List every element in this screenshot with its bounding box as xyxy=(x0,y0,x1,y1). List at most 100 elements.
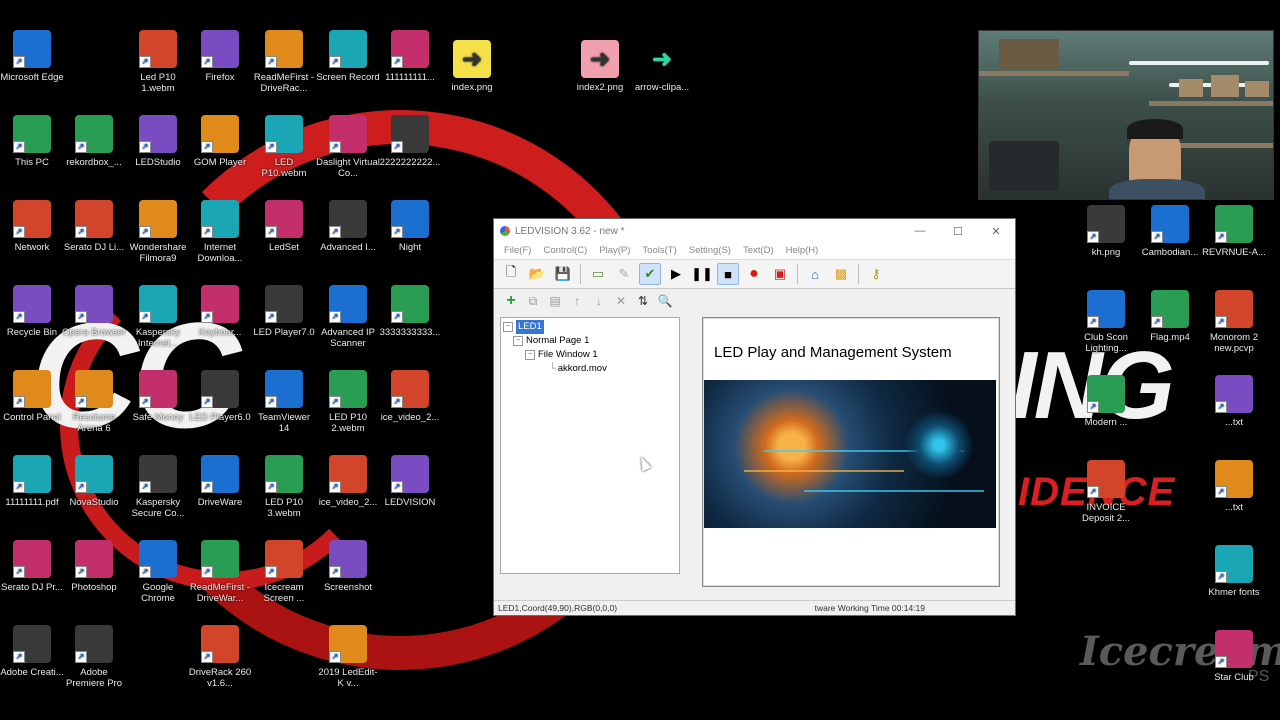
desktop-icon[interactable]: ↗ Cambodian... xyxy=(1138,205,1202,258)
desktop-icon[interactable]: ↗ NovaStudio xyxy=(62,455,126,508)
desktop-icon[interactable]: ↗ LED Player7.0 xyxy=(252,285,316,338)
desktop-icon[interactable]: ↗ Kaspersky Secure Co... xyxy=(126,455,190,519)
menu-text[interactable]: Text(D) xyxy=(737,243,780,259)
move-up-icon[interactable]: ↑ xyxy=(568,292,586,310)
collapse-icon[interactable]: − xyxy=(503,322,513,332)
record-icon[interactable]: ● xyxy=(743,263,765,285)
desktop-icon[interactable]: ↗ Advanced IP Scanner xyxy=(316,285,380,349)
tree-node-window[interactable]: − File Window 1 xyxy=(503,348,677,362)
desktop-icon[interactable]: ↗ kh.png xyxy=(1074,205,1138,258)
collapse-icon[interactable]: − xyxy=(525,350,535,360)
minimize-button[interactable]: — xyxy=(901,225,939,238)
desktop-icon[interactable]: ↗ Resolume Arena 6 xyxy=(62,370,126,434)
tree-node-led1[interactable]: − LED1 xyxy=(503,320,677,334)
desktop-icon[interactable]: ↗ LEDStudio xyxy=(126,115,190,168)
desktop-icon[interactable]: ↗ Safe Money xyxy=(126,370,190,423)
copy-icon[interactable]: ⧉ xyxy=(524,292,542,310)
save-icon[interactable]: 💾 xyxy=(552,263,574,285)
desktop-icon[interactable]: ↗ Monorom 2 new.pcvp xyxy=(1202,290,1266,354)
desktop-icon[interactable]: ➜ arrow-clipa... xyxy=(630,40,694,93)
delete-icon[interactable]: ✕ xyxy=(612,292,630,310)
desktop-icon[interactable]: ↗ Internet Downloa... xyxy=(188,200,252,264)
desktop-icon[interactable]: ↗ Adobe Creati... xyxy=(0,625,64,678)
desktop-icon[interactable]: ↗ Icecream Screen ... xyxy=(252,540,316,604)
desktop-icon[interactable]: ↗ Daslight Virtual Co... xyxy=(316,115,380,179)
sort-icon[interactable]: ⇅ xyxy=(634,292,652,310)
desktop-icon[interactable]: ↗ LEDVISION xyxy=(378,455,442,508)
disabled-tool-icon[interactable]: ✎ xyxy=(613,263,635,285)
desktop-icon[interactable]: ↗ Keyboar... xyxy=(188,285,252,338)
desktop-icon[interactable]: ↗ DriveWare xyxy=(188,455,252,508)
desktop-icon[interactable]: ↗ Wondershare Filmora9 xyxy=(126,200,190,264)
desktop-icon[interactable]: ↗ Opera Browser xyxy=(62,285,126,338)
desktop-icon[interactable]: ↗ Google Chrome xyxy=(126,540,190,604)
desktop-icon[interactable]: ↗ Firefox xyxy=(188,30,252,83)
menu-setting[interactable]: Setting(S) xyxy=(683,243,737,259)
open-folder-icon[interactable]: 📂 xyxy=(526,263,548,285)
desktop-icon[interactable]: ↗ LED P10 3.webm xyxy=(252,455,316,519)
desktop-icon[interactable]: ↗ Serato DJ Pr... xyxy=(0,540,64,593)
desktop-icon[interactable]: ↗ Photoshop xyxy=(62,540,126,593)
menu-file[interactable]: File(F) xyxy=(498,243,537,259)
desktop-icon[interactable]: ➜ index2.png xyxy=(568,40,632,93)
menu-help[interactable]: Help(H) xyxy=(780,243,825,259)
desktop-icon[interactable]: ↗ Serato DJ Li... xyxy=(62,200,126,253)
desktop-icon[interactable]: ↗ REVRNUE-A... xyxy=(1202,205,1266,258)
desktop-icon[interactable]: ↗ Khmer fonts xyxy=(1202,545,1266,598)
stop-icon[interactable]: ■ xyxy=(717,263,739,285)
desktop-icon[interactable]: ↗ Screenshot xyxy=(316,540,380,593)
move-down-icon[interactable]: ↓ xyxy=(590,292,608,310)
desktop-icon[interactable]: ↗ Recycle Bin xyxy=(0,285,64,338)
properties-icon[interactable]: ▤ xyxy=(546,292,564,310)
desktop-icon[interactable]: ↗ Flag.mp4 xyxy=(1138,290,1202,343)
desktop-icon[interactable]: ↗ LED Player6.0 xyxy=(188,370,252,423)
key-icon[interactable]: ⚷ xyxy=(865,263,887,285)
desktop-icon[interactable]: ↗ 111111111... xyxy=(378,30,442,83)
desktop-icon[interactable]: ↗ 3333333333... xyxy=(378,285,442,338)
screen-setting-icon[interactable]: ▭ xyxy=(587,263,609,285)
desktop-icon[interactable]: ➜ index.png xyxy=(440,40,504,93)
desktop-icon[interactable]: ↗ Advanced I... xyxy=(316,200,380,253)
desktop-icon[interactable]: ↗ GOM Player xyxy=(188,115,252,168)
pause-icon[interactable]: ❚❚ xyxy=(691,263,713,285)
ledvision-window[interactable]: LEDVISION 3.62 - new * — ☐ ✕ File(F) Con… xyxy=(493,218,1016,616)
desktop-icon[interactable]: ↗ 2019 LedEdit-K v... xyxy=(316,625,380,689)
desktop-icon[interactable]: ↗ TeamViewer 14 xyxy=(252,370,316,434)
desktop-icon[interactable]: ↗ Kaspersky Internet... xyxy=(126,285,190,349)
close-button[interactable]: ✕ xyxy=(977,225,1015,238)
screen-capture-icon[interactable]: ▣ xyxy=(769,263,791,285)
menu-control[interactable]: Control(C) xyxy=(537,243,593,259)
desktop-icon[interactable]: ↗ Star Club xyxy=(1202,630,1266,683)
desktop-icon[interactable]: ↗ This PC xyxy=(0,115,64,168)
desktop-icon[interactable]: ↗ Control Panel xyxy=(0,370,64,423)
desktop-icon[interactable]: ↗ ice_video_2... xyxy=(378,370,442,423)
title-bar[interactable]: LEDVISION 3.62 - new * — ☐ ✕ xyxy=(494,219,1015,243)
desktop-icon[interactable]: ↗ ReadMeFirst - DriveRac... xyxy=(252,30,316,94)
menu-play[interactable]: Play(P) xyxy=(593,243,636,259)
collapse-icon[interactable]: − xyxy=(513,336,523,346)
tree-node-file[interactable]: └ akkord.mov xyxy=(503,362,677,376)
desktop-icon[interactable]: ↗ ...txt xyxy=(1202,375,1266,428)
desktop-icon[interactable]: ↗ Led P10 1.webm xyxy=(126,30,190,94)
desktop-icon[interactable]: ↗ 2222222222... xyxy=(378,115,442,168)
desktop-icon[interactable]: ↗ rekordbox_... xyxy=(62,115,126,168)
desktop-icon[interactable]: ↗ LED P10 2.webm xyxy=(316,370,380,434)
desktop-icon[interactable]: ↗ Screen Record xyxy=(316,30,380,83)
desktop-icon[interactable]: ↗ DriveRack 260 v1.6... xyxy=(188,625,252,689)
desktop-icon[interactable]: ↗ LED P10.webm xyxy=(252,115,316,179)
desktop-icon[interactable]: ↗ Night xyxy=(378,200,442,253)
desktop-icon[interactable]: ↗ Club Scon Lighting... xyxy=(1074,290,1138,354)
menu-tools[interactable]: Tools(T) xyxy=(636,243,682,259)
desktop-icon[interactable]: ↗ Adobe Premiere Pro xyxy=(62,625,126,689)
edit-mode-icon[interactable]: ✔ xyxy=(639,263,661,285)
home-icon[interactable]: ⌂ xyxy=(804,263,826,285)
play-icon[interactable]: ▶ xyxy=(665,263,687,285)
image-tool-icon[interactable]: ▩ xyxy=(830,263,852,285)
desktop-icon[interactable]: ↗ ...txt xyxy=(1202,460,1266,513)
add-icon[interactable]: + xyxy=(502,292,520,310)
search-icon[interactable]: 🔍 xyxy=(656,292,674,310)
desktop-icon[interactable]: ↗ LedSet xyxy=(252,200,316,253)
desktop-icon[interactable]: ↗ 11111111.pdf xyxy=(0,455,64,508)
maximize-button[interactable]: ☐ xyxy=(939,225,977,238)
desktop-icon[interactable]: ↗ Modern ... xyxy=(1074,375,1138,428)
